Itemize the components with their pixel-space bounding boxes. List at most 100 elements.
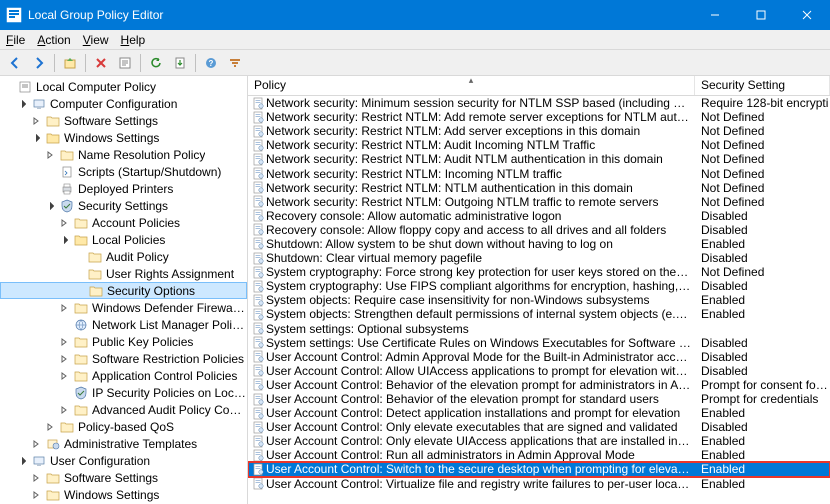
- tree-audit-policy[interactable]: Audit Policy: [0, 248, 247, 265]
- policy-row[interactable]: User Account Control: Run all administra…: [248, 448, 830, 462]
- tree-pane[interactable]: Local Computer PolicyComputer Configurat…: [0, 76, 248, 504]
- policy-row[interactable]: Network security: Restrict NTLM: Audit I…: [248, 138, 830, 152]
- up-button[interactable]: [59, 52, 81, 74]
- expander-icon[interactable]: [58, 387, 70, 399]
- policy-row[interactable]: User Account Control: Detect application…: [248, 406, 830, 420]
- tree-advanced-audit[interactable]: Advanced Audit Policy Configuration: [0, 401, 247, 418]
- close-button[interactable]: [784, 0, 830, 30]
- tree-network-list[interactable]: Network List Manager Policies: [0, 316, 247, 333]
- menu-view[interactable]: View: [83, 33, 109, 47]
- policy-row[interactable]: Network security: Restrict NTLM: Add ser…: [248, 124, 830, 138]
- policy-row[interactable]: System cryptography: Force strong key pr…: [248, 265, 830, 279]
- policy-row[interactable]: Network security: Restrict NTLM: Add rem…: [248, 110, 830, 124]
- export-button[interactable]: [169, 52, 191, 74]
- tree-account-policies[interactable]: Account Policies: [0, 214, 247, 231]
- expander-icon[interactable]: [58, 353, 70, 365]
- policy-row[interactable]: System settings: Optional subsystems: [248, 322, 830, 336]
- policy-row[interactable]: Shutdown: Clear virtual memory pagefileD…: [248, 251, 830, 265]
- policy-row[interactable]: User Account Control: Only elevate UIAcc…: [248, 434, 830, 448]
- expander-icon[interactable]: [44, 183, 56, 195]
- column-security-setting[interactable]: Security Setting: [695, 76, 830, 95]
- expander-icon[interactable]: [16, 455, 28, 467]
- policy-row[interactable]: Network security: Restrict NTLM: Audit N…: [248, 152, 830, 166]
- tree-firewall[interactable]: Windows Defender Firewall with Advanced: [0, 299, 247, 316]
- menu-action[interactable]: Action: [37, 33, 70, 47]
- properties-button[interactable]: [114, 52, 136, 74]
- expander-icon[interactable]: [58, 370, 70, 382]
- policy-setting: Prompt for consent for ...: [695, 378, 830, 392]
- tree-node-icon: [59, 164, 75, 180]
- policy-row[interactable]: Recovery console: Allow floppy copy and …: [248, 223, 830, 237]
- expander-icon[interactable]: [72, 251, 84, 263]
- refresh-button[interactable]: [145, 52, 167, 74]
- tree-user-configuration[interactable]: User Configuration: [0, 452, 247, 469]
- policy-row[interactable]: User Account Control: Admin Approval Mod…: [248, 350, 830, 364]
- back-button[interactable]: [4, 52, 26, 74]
- delete-button[interactable]: [90, 52, 112, 74]
- maximize-button[interactable]: [738, 0, 784, 30]
- list-body[interactable]: Network security: Minimum session securi…: [248, 96, 830, 504]
- policy-row[interactable]: User Account Control: Behavior of the el…: [248, 392, 830, 406]
- policy-row[interactable]: Network security: Restrict NTLM: Outgoin…: [248, 195, 830, 209]
- tree-cc-software[interactable]: Software Settings: [0, 112, 247, 129]
- policy-row[interactable]: User Account Control: Switch to the secu…: [248, 462, 830, 476]
- policy-row[interactable]: Recovery console: Allow automatic admini…: [248, 209, 830, 223]
- tree-cc-windows[interactable]: Windows Settings: [0, 129, 247, 146]
- expander-icon[interactable]: [58, 217, 70, 229]
- filter-button[interactable]: [224, 52, 246, 74]
- policy-row[interactable]: System cryptography: Use FIPS compliant …: [248, 279, 830, 293]
- policy-row[interactable]: User Account Control: Allow UIAccess app…: [248, 364, 830, 378]
- tree-computer-configuration[interactable]: Computer Configuration: [0, 95, 247, 112]
- expander-icon[interactable]: [30, 132, 42, 144]
- tree-ipsec[interactable]: IP Security Policies on Local Computer: [0, 384, 247, 401]
- policy-row[interactable]: Network security: Minimum session securi…: [248, 96, 830, 110]
- expander-icon[interactable]: [58, 234, 70, 246]
- expander-icon[interactable]: [44, 200, 56, 212]
- expander-icon[interactable]: [30, 438, 42, 450]
- tree-uc-software[interactable]: Software Settings: [0, 469, 247, 486]
- column-policy[interactable]: Policy ▴: [248, 76, 695, 95]
- expander-icon[interactable]: [72, 268, 84, 280]
- minimize-button[interactable]: [692, 0, 738, 30]
- policy-row[interactable]: System settings: Use Certificate Rules o…: [248, 336, 830, 350]
- help-button[interactable]: ?: [200, 52, 222, 74]
- policy-row[interactable]: Network security: Restrict NTLM: Incomin…: [248, 166, 830, 180]
- tree-public-key[interactable]: Public Key Policies: [0, 333, 247, 350]
- tree-root-policy[interactable]: Local Computer Policy: [0, 78, 247, 95]
- tree-name-resolution[interactable]: Name Resolution Policy: [0, 146, 247, 163]
- expander-icon[interactable]: [30, 472, 42, 484]
- expander-icon[interactable]: [73, 285, 85, 297]
- tree-software-restriction[interactable]: Software Restriction Policies: [0, 350, 247, 367]
- policy-row[interactable]: User Account Control: Behavior of the el…: [248, 378, 830, 392]
- tree-security-options[interactable]: Security Options: [0, 282, 247, 299]
- expander-icon[interactable]: [16, 98, 28, 110]
- expander-icon[interactable]: [30, 115, 42, 127]
- expander-icon[interactable]: [58, 302, 70, 314]
- tree-cc-templates[interactable]: Administrative Templates: [0, 435, 247, 452]
- tree-security-settings[interactable]: Security Settings: [0, 197, 247, 214]
- policy-row[interactable]: Network security: Restrict NTLM: NTLM au…: [248, 181, 830, 195]
- tree-scripts[interactable]: Scripts (Startup/Shutdown): [0, 163, 247, 180]
- tree-uc-windows[interactable]: Windows Settings: [0, 486, 247, 503]
- tree-qos[interactable]: Policy-based QoS: [0, 418, 247, 435]
- tree-local-policies[interactable]: Local Policies: [0, 231, 247, 248]
- policy-row[interactable]: User Account Control: Virtualize file an…: [248, 477, 830, 491]
- tree-deployed-printers[interactable]: Deployed Printers: [0, 180, 247, 197]
- toolbar: ?: [0, 50, 830, 76]
- tree-app-control[interactable]: Application Control Policies: [0, 367, 247, 384]
- forward-button[interactable]: [28, 52, 50, 74]
- expander-icon[interactable]: [44, 421, 56, 433]
- policy-row[interactable]: Shutdown: Allow system to be shut down w…: [248, 237, 830, 251]
- tree-user-rights[interactable]: User Rights Assignment: [0, 265, 247, 282]
- expander-icon[interactable]: [58, 336, 70, 348]
- expander-icon[interactable]: [58, 319, 70, 331]
- policy-row[interactable]: System objects: Strengthen default permi…: [248, 307, 830, 321]
- menu-help[interactable]: Help: [121, 33, 146, 47]
- menu-file[interactable]: File: [6, 33, 25, 47]
- policy-row[interactable]: System objects: Require case insensitivi…: [248, 293, 830, 307]
- policy-row[interactable]: User Account Control: Only elevate execu…: [248, 420, 830, 434]
- expander-icon[interactable]: [30, 489, 42, 501]
- expander-icon[interactable]: [44, 166, 56, 178]
- expander-icon[interactable]: [58, 404, 70, 416]
- expander-icon[interactable]: [44, 149, 56, 161]
